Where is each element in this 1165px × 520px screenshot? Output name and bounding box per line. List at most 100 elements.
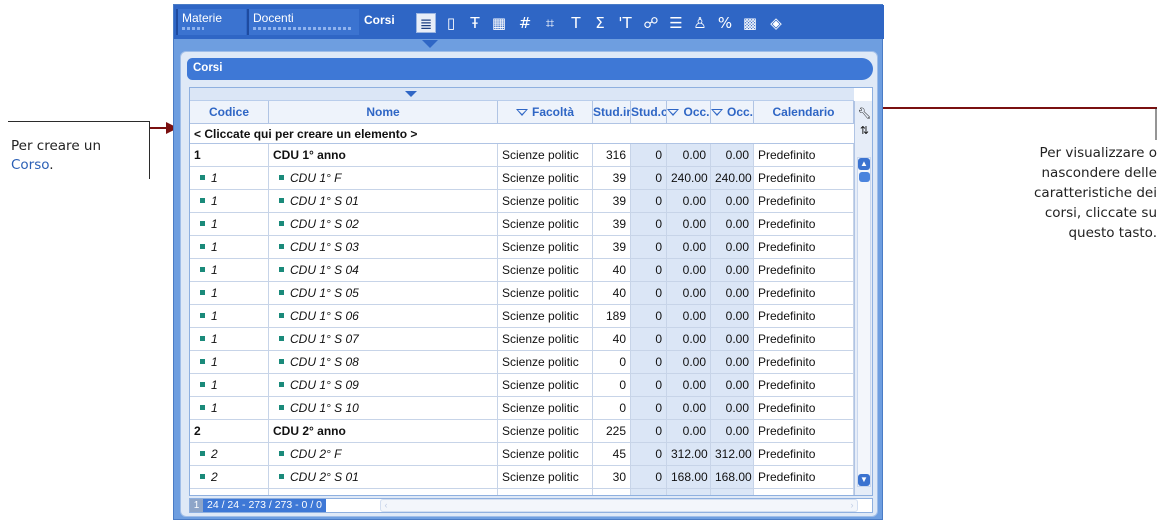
toolbar: Materie Docenti Corsi ≣ ▯ Ŧ ▦ # ⌗ T Σ 'T… bbox=[174, 5, 884, 39]
cell-nome-text: CDU 2° anno bbox=[273, 424, 346, 438]
tab-materie[interactable]: Materie bbox=[176, 9, 246, 35]
scroll-right-icon[interactable]: › bbox=[847, 500, 857, 511]
wrench-icon[interactable]: 🔧︎ bbox=[857, 106, 872, 121]
annotation-right-line: caratteristiche dei bbox=[1034, 185, 1157, 201]
header-occ-2[interactable]: Occ. bbox=[711, 101, 754, 124]
vertical-scrollbar[interactable]: ▲ ▼ bbox=[857, 157, 871, 487]
sort-icon[interactable]: ⇅ bbox=[857, 123, 872, 138]
cell-stud-ins-text: 26 bbox=[613, 493, 626, 495]
cell-stud-ins: 26 bbox=[593, 489, 631, 495]
sigma-icon[interactable]: Σ bbox=[590, 13, 610, 33]
table-row[interactable]: 1 CDU 1° F Scienze politic 39 0 240.00 240.00 P… bbox=[190, 167, 854, 190]
table-row[interactable]: 1 CDU 1° S 10 Scienze politic 0 0 0.00 0.00 Pre… bbox=[190, 397, 854, 420]
cell-nome: CDU 1° S 08 bbox=[269, 351, 498, 373]
cell-stud-ins-text: 39 bbox=[612, 194, 626, 208]
scroll-up-icon[interactable]: ▲ bbox=[858, 158, 870, 170]
header-calendario[interactable]: Calendario bbox=[754, 101, 854, 124]
cell-codice: 2 bbox=[190, 466, 269, 488]
cell-occ-1-text: 0.00 bbox=[682, 332, 706, 346]
header-facolta[interactable]: Facoltà bbox=[498, 101, 593, 124]
checker-icon[interactable]: ▩ bbox=[740, 13, 760, 33]
cell-facolta: Scienze politic bbox=[498, 420, 593, 442]
cell-stud-ins-text: 0 bbox=[619, 401, 626, 415]
cell-facolta-text: Scienze politic bbox=[502, 286, 579, 300]
person-icon[interactable]: ♙ bbox=[690, 13, 710, 33]
record-counts: 24 / 24 - 273 / 273 - 0 / 0 bbox=[203, 499, 326, 512]
bullet-square-icon bbox=[200, 359, 205, 365]
percent-icon[interactable]: % bbox=[715, 13, 735, 33]
create-element-row[interactable]: < Cliccate qui per creare un elemento > bbox=[190, 124, 854, 144]
table-row[interactable]: 1 CDU 1° S 01 Scienze politic 39 0 0.00 0.00 Pr… bbox=[190, 190, 854, 213]
t-bold-icon[interactable]: Ŧ bbox=[465, 13, 485, 33]
cell-stud-ins-text: 189 bbox=[605, 309, 626, 323]
list-view-icon[interactable]: ≣ bbox=[416, 13, 436, 33]
filter-icon bbox=[515, 109, 528, 117]
filter-icon bbox=[667, 109, 680, 117]
header-occ-1-label: Occ. bbox=[683, 105, 710, 119]
cell-nome: CDU 1° F bbox=[269, 167, 498, 189]
bullet-square-icon bbox=[279, 313, 284, 319]
cell-calendario: Predefinito bbox=[754, 259, 854, 281]
cell-stud-ca-text: 0 bbox=[655, 355, 662, 369]
table-row[interactable]: 2 CDU 2° F Scienze politic 45 0 312.00 312.00 P… bbox=[190, 443, 854, 466]
cell-codice-text: 1 bbox=[211, 355, 218, 369]
bullet-square-icon bbox=[279, 405, 284, 411]
tab-corsi[interactable]: Corsi bbox=[360, 9, 412, 35]
lines-icon[interactable]: ☰ bbox=[666, 13, 686, 33]
horizontal-scrollbar[interactable]: ‹ › bbox=[380, 499, 858, 512]
cell-nome-text: CDU 1° S 09 bbox=[290, 378, 359, 392]
table-row[interactable]: 2 CDU 2° anno Scienze politic 225 0 0.00 0.00 P… bbox=[190, 420, 854, 443]
cell-stud-ins-text: 316 bbox=[605, 148, 626, 162]
scroll-down-icon[interactable]: ▼ bbox=[858, 474, 870, 486]
cell-facolta-text: Scienze politic bbox=[502, 194, 579, 208]
cell-occ-2-text: 0.00 bbox=[725, 286, 749, 300]
table-row[interactable]: 1 CDU 1° S 02 Scienze politic 39 0 0.00 0.00 Pr… bbox=[190, 213, 854, 236]
column-view-icon[interactable]: ▯ bbox=[441, 13, 461, 33]
table-row[interactable]: 2 CDU 2° S 02 Scienze politic 26 0 0.00 0.00 Pr… bbox=[190, 489, 854, 495]
people-icon[interactable]: ☍ bbox=[641, 13, 661, 33]
cell-facolta: Scienze politic bbox=[498, 167, 593, 189]
cell-facolta: Scienze politic bbox=[498, 374, 593, 396]
cell-stud-ca: 0 bbox=[631, 489, 667, 495]
tab-docenti[interactable]: Docenti bbox=[247, 9, 359, 35]
grid-b-icon[interactable]: # bbox=[515, 13, 535, 33]
table-row[interactable]: 1 CDU 1° S 04 Scienze politic 40 0 0.00 0.00 Pr… bbox=[190, 259, 854, 282]
grid-c-icon[interactable]: ⌗ bbox=[540, 13, 560, 33]
table-row[interactable]: 1 CDU 1° S 06 Scienze politic 189 0 0.00 0.00 P… bbox=[190, 305, 854, 328]
table-row[interactable]: 1 CDU 1° S 03 Scienze politic 39 0 0.00 0.00 Pr… bbox=[190, 236, 854, 259]
cell-stud-ca-text: 0 bbox=[655, 424, 662, 438]
cell-nome: CDU 1° S 03 bbox=[269, 236, 498, 258]
table-row[interactable]: 1 CDU 1° S 07 Scienze politic 40 0 0.00 0.00 Pr… bbox=[190, 328, 854, 351]
cell-codice-text: 1 bbox=[211, 309, 218, 323]
table-row[interactable]: 1 CDU 1° anno Scienze politic 316 0 0.00 0.00 P… bbox=[190, 144, 854, 167]
annotation-left-line1: Per creare un bbox=[11, 138, 102, 154]
table-row[interactable]: 1 CDU 1° S 08 Scienze politic 0 0 0.00 0.00 Pre… bbox=[190, 351, 854, 374]
header-occ-1[interactable]: Occ. bbox=[667, 101, 711, 124]
filter-triangle-icon[interactable] bbox=[405, 91, 417, 97]
t-outline-icon[interactable]: T bbox=[566, 13, 586, 33]
cell-codice: 1 bbox=[190, 190, 269, 212]
cell-calendario-text: Predefinito bbox=[758, 263, 816, 277]
annotation-link-corso[interactable]: Corso bbox=[11, 157, 49, 173]
header-studca[interactable]: Stud.ca bbox=[631, 101, 667, 124]
header-studins[interactable]: Stud.ins bbox=[593, 101, 631, 124]
table-row[interactable]: 1 CDU 1° S 05 Scienze politic 40 0 0.00 0.00 Pr… bbox=[190, 282, 854, 305]
table-row[interactable]: 1 CDU 1° S 09 Scienze politic 0 0 0.00 0.00 Pre… bbox=[190, 374, 854, 397]
header-nome[interactable]: Nome bbox=[269, 101, 498, 124]
cell-stud-ca: 0 bbox=[631, 466, 667, 488]
bullet-square-icon bbox=[200, 290, 205, 296]
cell-occ-1-text: 0.00 bbox=[682, 309, 706, 323]
cell-stud-ins: 30 bbox=[593, 466, 631, 488]
scroll-left-icon[interactable]: ‹ bbox=[381, 500, 391, 511]
grid-a-icon[interactable]: ▦ bbox=[489, 13, 509, 33]
header-codice[interactable]: Codice bbox=[190, 101, 269, 124]
table-row[interactable]: 2 CDU 2° S 01 Scienze politic 30 0 168.00 168.… bbox=[190, 466, 854, 489]
bullet-square-icon bbox=[200, 313, 205, 319]
tag-icon[interactable]: ◈ bbox=[766, 13, 786, 33]
cell-stud-ins-text: 40 bbox=[612, 286, 626, 300]
scroll-thumb[interactable] bbox=[859, 172, 870, 182]
t-arrow-icon[interactable]: 'T bbox=[615, 13, 635, 33]
bullet-square-icon bbox=[200, 244, 205, 250]
cell-facolta: Scienze politic bbox=[498, 328, 593, 350]
page-number[interactable]: 1 bbox=[190, 499, 203, 512]
